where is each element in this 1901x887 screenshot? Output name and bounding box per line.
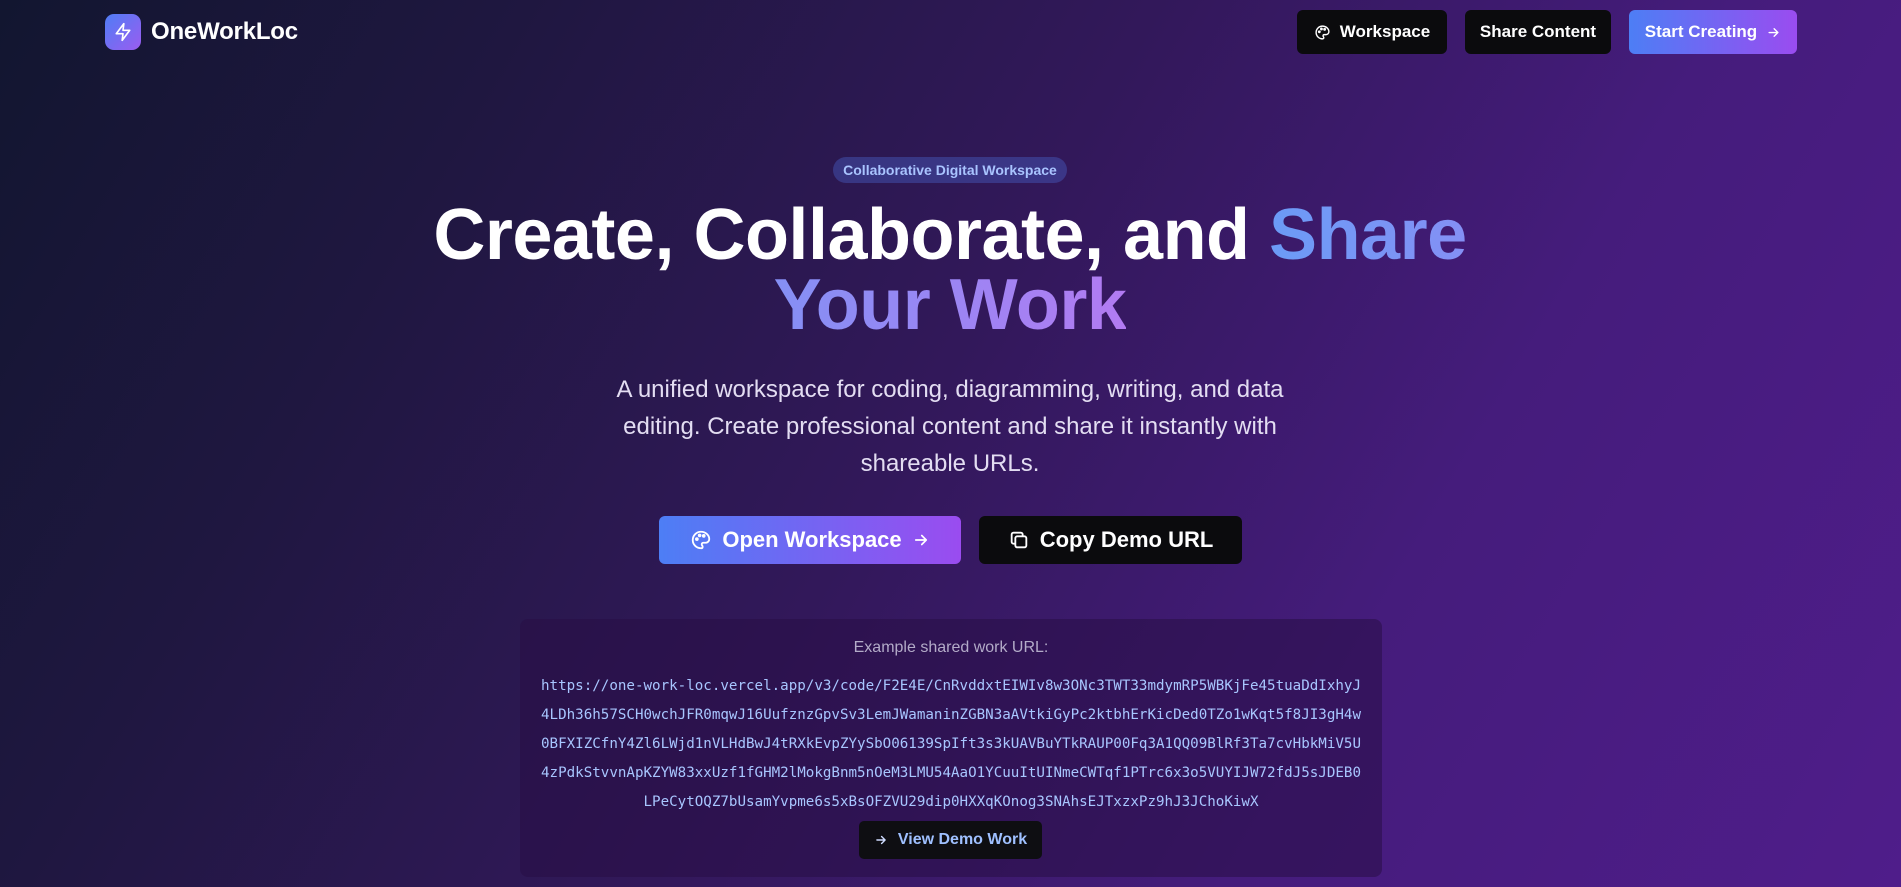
headline-plain: Create, Collaborate, and [433,195,1270,275]
example-url-caption: Example shared work URL: [853,639,1049,656]
arrow-right-icon [1766,25,1781,40]
page-title: Create, Collaborate, and Share Your Work [350,199,1550,341]
hero-subtitle: A unified workspace for coding, diagramm… [616,376,1284,477]
category-badge: Collaborative Digital Workspace [833,157,1067,183]
view-demo-work-button[interactable]: View Demo Work [859,821,1042,859]
copy-demo-url-button[interactable]: Copy Demo URL [979,516,1242,564]
arrow-right-icon [912,531,930,549]
view-demo-work-button-label: View Demo Work [897,831,1028,848]
share-content-button-label: Share Content [1479,22,1597,41]
top-nav: OneWorkLoc Workspace Share Content Start… [0,0,1901,64]
copy-demo-url-button-label: Copy Demo URL [1039,527,1214,552]
brand-logo[interactable]: OneWorkLoc [105,14,298,50]
workspace-button-label: Workspace [1339,22,1431,41]
workspace-button[interactable]: Workspace [1297,10,1447,54]
example-url-text[interactable]: https://one-work-loc.vercel.app/v3/code/… [540,672,1362,817]
copy-icon [1008,529,1030,551]
arrow-right-icon [874,833,888,847]
open-workspace-button-label: Open Workspace [722,527,902,552]
lightning-icon [105,14,141,50]
example-url-panel: Example shared work URL: https://one-wor… [520,619,1382,877]
palette-icon [690,529,712,551]
brand-name: OneWorkLoc [151,18,298,45]
palette-icon [1314,24,1331,41]
share-content-button[interactable]: Share Content [1465,10,1611,54]
start-creating-button[interactable]: Start Creating [1629,10,1797,54]
start-creating-button-label: Start Creating [1644,22,1758,41]
open-workspace-button[interactable]: Open Workspace [659,516,961,564]
